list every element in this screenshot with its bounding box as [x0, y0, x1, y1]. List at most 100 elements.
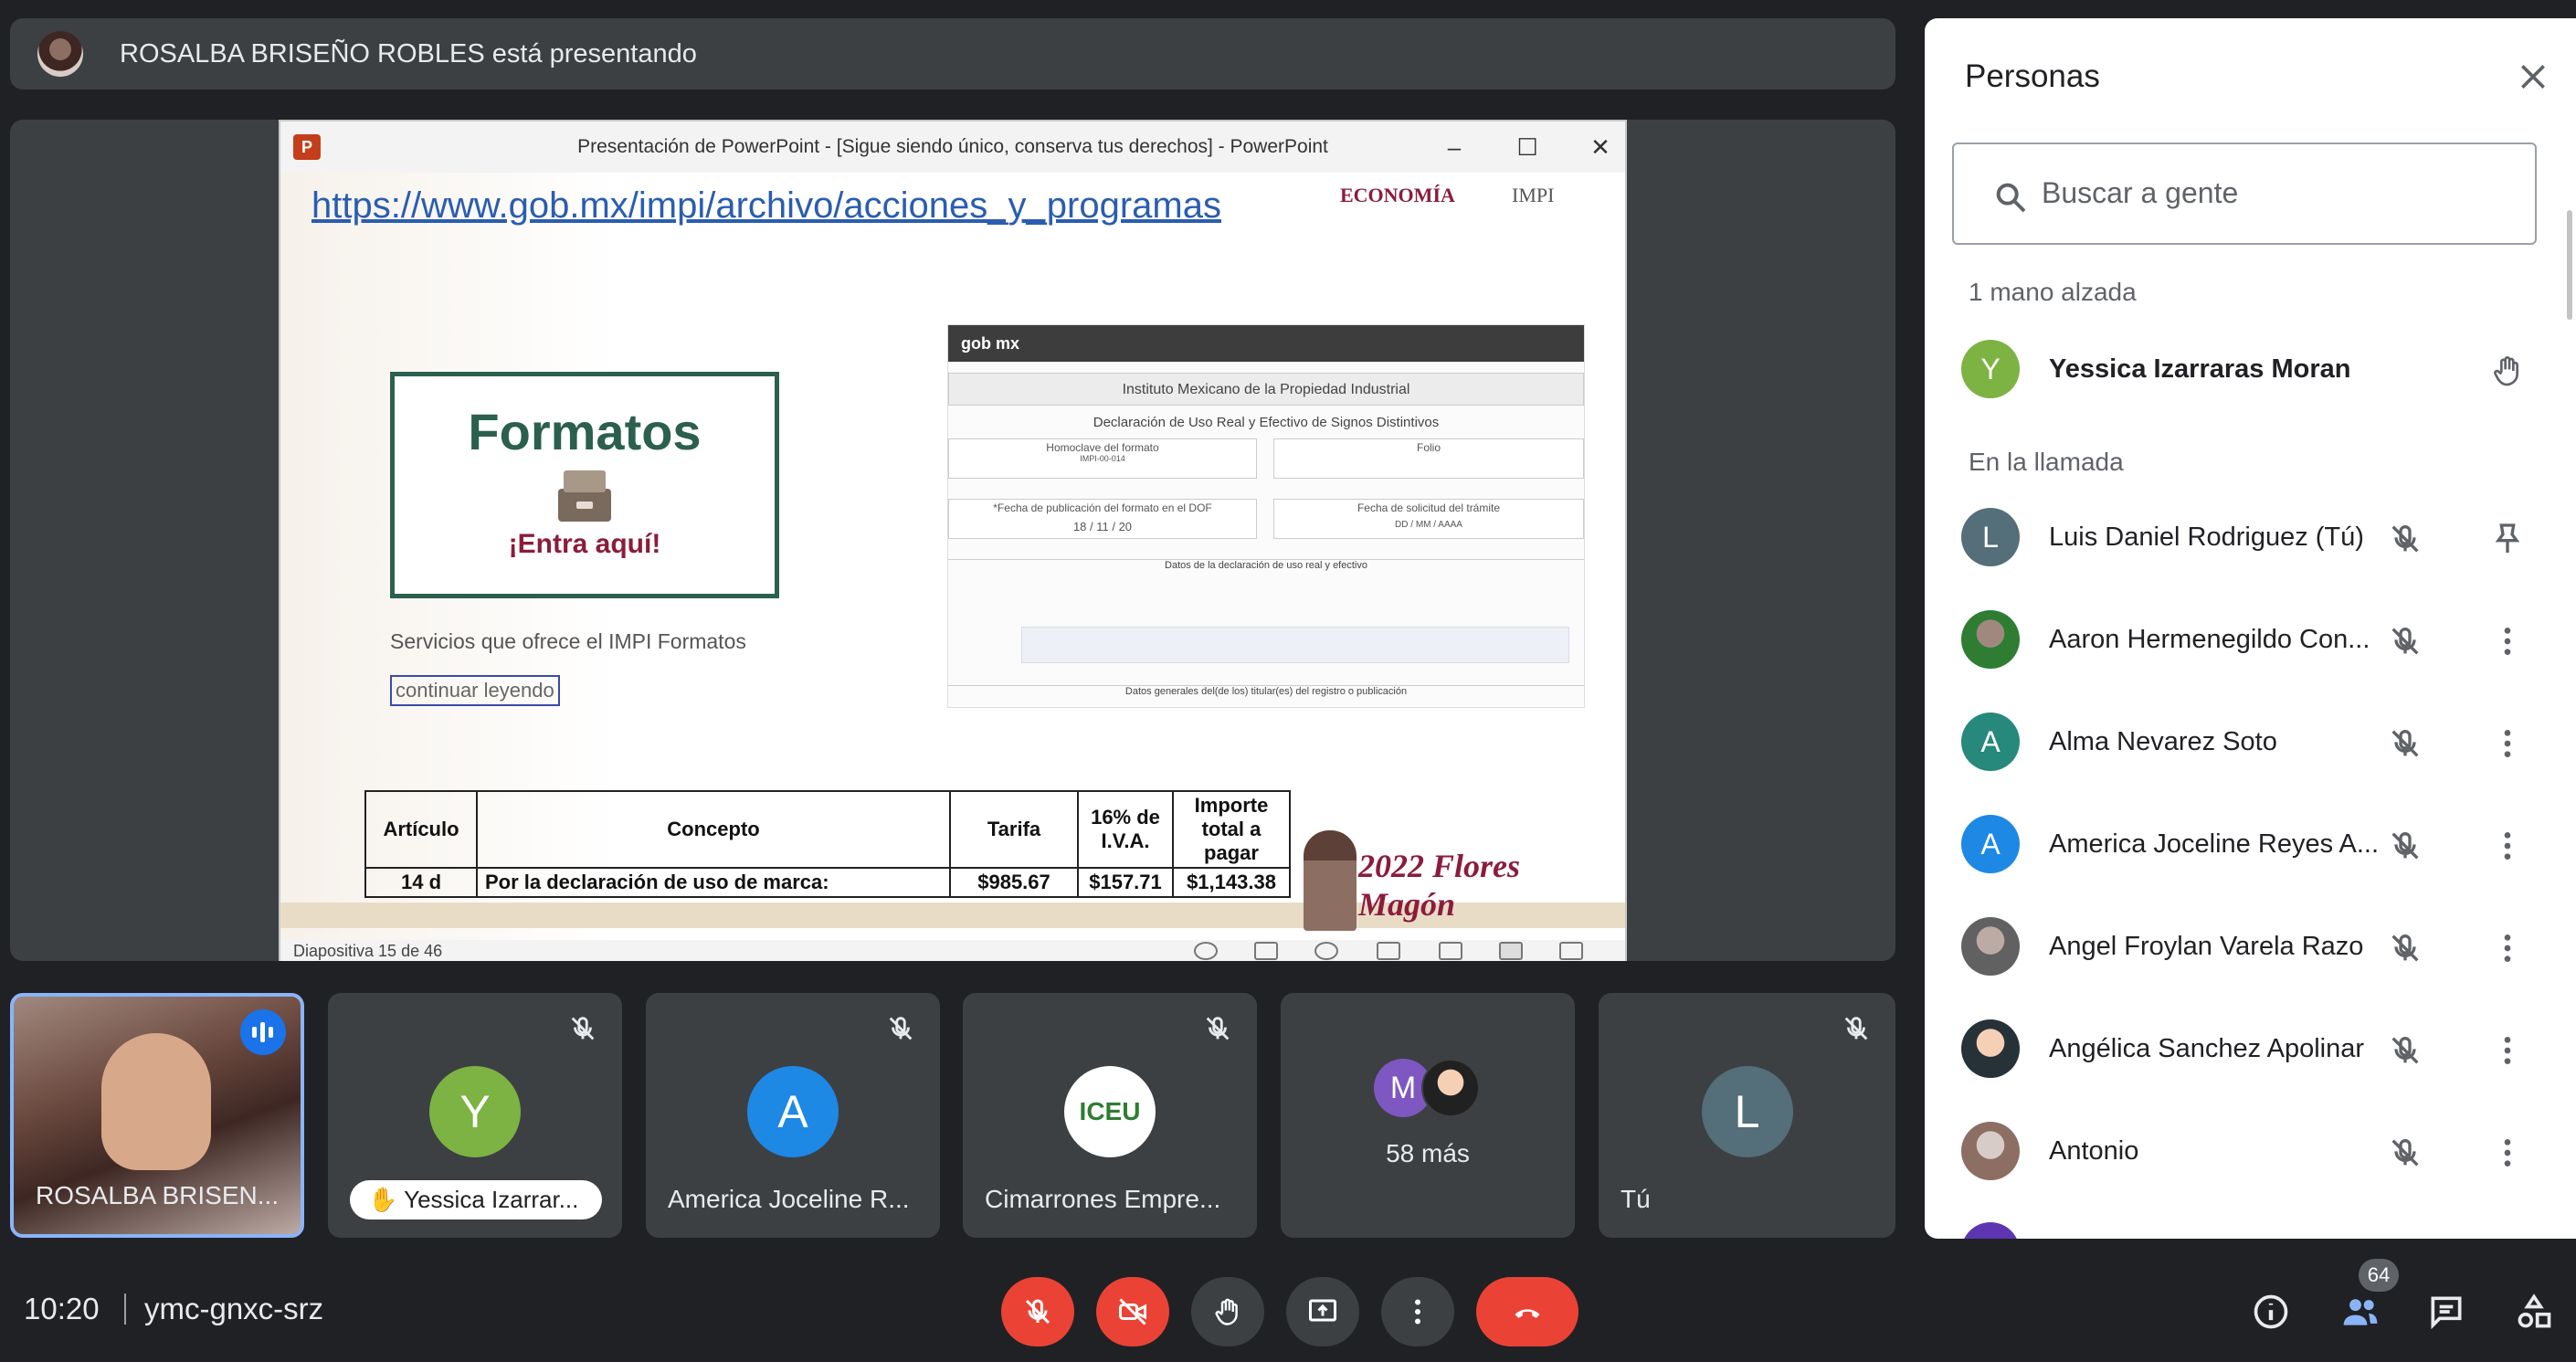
- chat-icon[interactable]: [2426, 1292, 2466, 1332]
- form-fecha-publicacion: *Fecha de publicación del formato en el …: [948, 499, 1257, 539]
- mic-off-icon[interactable]: [2387, 1135, 2423, 1171]
- table-row: 14 d Por la declaración de uso de marca:…: [364, 867, 1291, 898]
- person-row[interactable]: A Alma Nevarez Soto: [1961, 705, 2564, 778]
- avatar: [1961, 1019, 2020, 1078]
- people-count-badge: 64: [2359, 1259, 2399, 1292]
- tile-america[interactable]: A America Joceline R...: [646, 993, 940, 1238]
- table-header: Concepto: [476, 790, 951, 869]
- person-name: Antonio: [2049, 1136, 2139, 1166]
- entra-aqui-label: ¡Entra aquí!: [508, 529, 661, 559]
- leave-call-button[interactable]: [1476, 1277, 1578, 1346]
- formatos-card[interactable]: Formatos ¡Entra aquí!: [390, 372, 779, 598]
- impi-logo: IMPI: [1512, 184, 1555, 206]
- tile-presenter[interactable]: ROSALBA BRISEN...: [10, 993, 304, 1238]
- raised-hand-icon[interactable]: [2489, 353, 2526, 389]
- tile-yessica[interactable]: Y ✋ Yessica Izarrar...: [328, 993, 622, 1238]
- mic-off-icon: [1025, 1299, 1050, 1325]
- person-row[interactable]: Antonio: [1961, 1114, 2564, 1188]
- avatar: A: [1961, 713, 2020, 771]
- form-folio: Folio: [1273, 438, 1584, 479]
- continuar-leyendo-link[interactable]: continuar leyendo: [390, 675, 560, 706]
- raised-hands-section: 1 mano alzada: [1969, 278, 2137, 306]
- table-header: Importe total a pagar: [1172, 790, 1291, 869]
- comments-icon[interactable]: [1314, 942, 1338, 960]
- ppt-window-title: Presentación de PowerPoint - [Sigue sien…: [577, 136, 1328, 157]
- ppt-statusbar: Diapositiva 15 de 46: [280, 940, 1625, 961]
- more-options-icon[interactable]: [2489, 725, 2526, 762]
- normal-view-icon[interactable]: [1377, 942, 1400, 960]
- raised-hand-person[interactable]: Y Yessica Izarraras Moran: [1961, 333, 2564, 406]
- person-row[interactable]: Aaron Hermenegildo Con...: [1961, 603, 2564, 676]
- info-icon[interactable]: [2251, 1292, 2291, 1332]
- slide-sorter-icon[interactable]: [1439, 942, 1462, 960]
- person-name: Alma Nevarez Soto: [2049, 727, 2277, 756]
- reading-view-icon[interactable]: [1499, 942, 1523, 960]
- more-options-icon[interactable]: [2489, 623, 2526, 660]
- person-row[interactable]: Angel Froylan Varela Razo: [1961, 910, 2564, 983]
- slideshow-icon[interactable]: [1559, 942, 1583, 960]
- camera-toggle-button[interactable]: [1096, 1277, 1169, 1346]
- raised-hand-chip: ✋ Yessica Izarrar...: [350, 1180, 603, 1219]
- person-row[interactable]: Angélica Sanchez Apolinar: [1961, 1012, 2564, 1085]
- tile-cimarrones[interactable]: ICEU Cimarrones Empre...: [963, 993, 1257, 1238]
- close-icon[interactable]: [2515, 58, 2551, 95]
- present-screen-button[interactable]: [1286, 1277, 1359, 1346]
- hand-icon: [1215, 1298, 1238, 1325]
- mic-off-icon: [571, 1017, 595, 1040]
- table-header: Tarifa: [949, 790, 1079, 869]
- notes-icon[interactable]: [1254, 942, 1278, 960]
- mic-off-icon[interactable]: [2387, 623, 2423, 660]
- avatar: [1961, 1222, 2020, 1239]
- table-cell: $1,143.38: [1172, 867, 1291, 898]
- avatar: A: [747, 1066, 839, 1157]
- more-options-button[interactable]: [1381, 1277, 1454, 1346]
- person-row[interactable]: L Luis Daniel Rodriguez (Tú): [1961, 501, 2564, 574]
- avatar: A: [1961, 815, 2020, 873]
- tile-self[interactable]: L Tú: [1599, 993, 1895, 1238]
- more-options-icon[interactable]: [2489, 1135, 2526, 1171]
- maximize-icon[interactable]: ☐: [1509, 129, 1546, 165]
- mic-off-icon[interactable]: [2387, 1032, 2423, 1069]
- in-call-section: En la llamada: [1969, 448, 2124, 476]
- table-cell: 14 d: [364, 867, 478, 898]
- activities-icon[interactable]: [2514, 1292, 2554, 1332]
- panel-scrollbar[interactable]: [2567, 210, 2572, 320]
- tile-name: America Joceline R...: [668, 1185, 910, 1213]
- more-options-icon[interactable]: [2489, 1032, 2526, 1069]
- slide-url-link[interactable]: https://www.gob.mx/impi/archivo/acciones…: [311, 185, 1221, 227]
- mic-off-icon[interactable]: [2387, 828, 2423, 864]
- mic-off-icon[interactable]: [2387, 521, 2423, 557]
- person-name: Angélica Sanchez Apolinar: [2049, 1034, 2365, 1063]
- avatar: [1961, 610, 2020, 669]
- mic-off-icon: [1206, 1017, 1230, 1040]
- more-options-icon[interactable]: [2489, 930, 2526, 966]
- servicios-text: Servicios que ofrece el IMPI Formatos: [390, 629, 746, 653]
- person-name: Aaron Hermenegildo Con...: [2049, 625, 2370, 654]
- more-options-icon[interactable]: [2489, 828, 2526, 864]
- mic-off-icon: [889, 1017, 913, 1040]
- mic-toggle-button[interactable]: [1001, 1277, 1074, 1346]
- economia-logo: ECONOMÍA: [1340, 184, 1455, 206]
- mic-off-icon[interactable]: [2387, 930, 2423, 966]
- table-header-row: Artículo Concepto Tarifa 16% de I.V.A. I…: [364, 790, 1291, 869]
- avatar: L: [1701, 1066, 1793, 1157]
- close-window-icon[interactable]: ✕: [1582, 129, 1619, 165]
- minimize-icon[interactable]: –: [1436, 129, 1473, 165]
- person-name: Angel Froylan Varela Razo: [2049, 932, 2364, 961]
- mic-off-icon[interactable]: [2387, 725, 2423, 762]
- person-row[interactable]: A America Joceline Reyes A...: [1961, 808, 2564, 881]
- search-icon: [1996, 183, 2026, 213]
- search-people-input[interactable]: Buscar a gente: [1952, 143, 2537, 245]
- avatar: [1421, 1059, 1480, 1117]
- pin-icon[interactable]: [2489, 521, 2526, 557]
- slide-counter: Diapositiva 15 de 46: [293, 942, 443, 960]
- raise-hand-button[interactable]: [1191, 1277, 1264, 1346]
- more-count: 58 más: [1386, 1139, 1470, 1167]
- accessibility-icon[interactable]: [1194, 942, 1218, 960]
- table-header: 16% de I.V.A.: [1077, 790, 1174, 869]
- divider: [124, 1293, 126, 1325]
- form-fecha-solicitud: Fecha de solicitud del trámite DD / MM /…: [1273, 499, 1584, 539]
- people-icon[interactable]: [2340, 1292, 2381, 1332]
- tile-more-participants[interactable]: M 58 más: [1281, 993, 1575, 1238]
- flores-magon-figure: [1304, 830, 1357, 931]
